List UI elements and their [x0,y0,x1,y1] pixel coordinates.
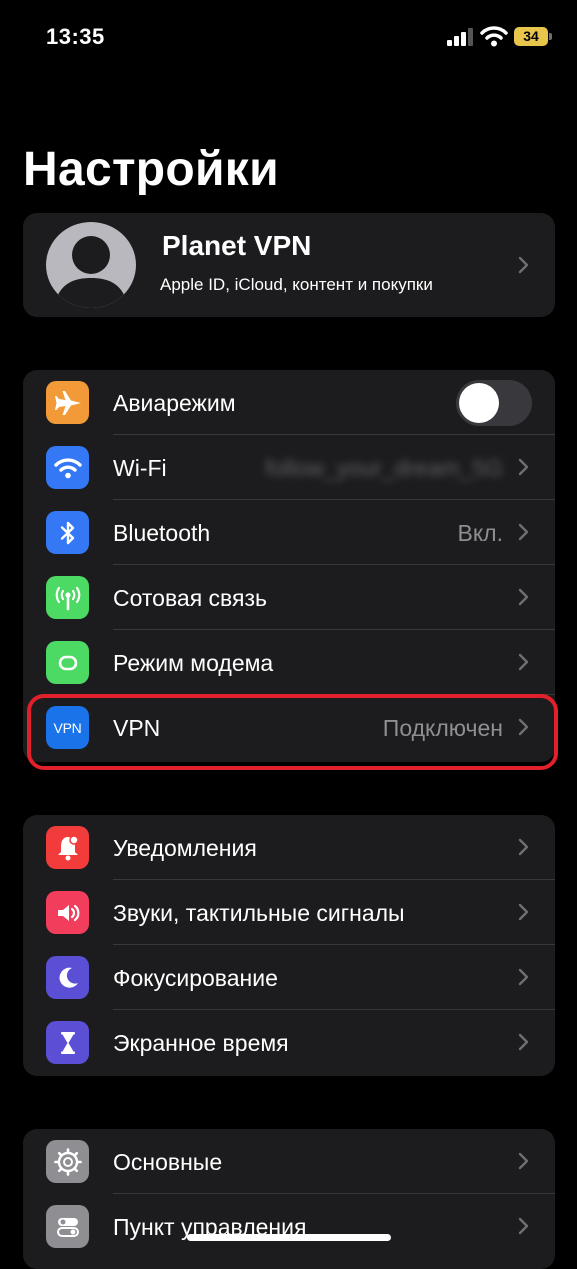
chevron-right-icon [518,588,529,606]
wifi-network-value: follow_your_dream_5G [265,455,503,481]
notifications-section: Уведомления Звуки, тактильные сигналы Фо… [23,815,555,1076]
focus-label: Фокусирование [113,965,278,991]
cellular-label: Сотовая связь [113,585,268,611]
antenna-icon [46,576,89,619]
row-control-center[interactable]: Пункт управления [23,1194,555,1259]
chevron-right-icon [518,1152,529,1170]
row-wifi[interactable]: Wi-Fi follow_your_dream_5G [23,435,555,500]
airplane-icon [46,381,89,424]
chevron-right-icon [518,1217,529,1235]
row-screen-time[interactable]: Экранное время [23,1010,555,1075]
chevron-right-icon [518,523,529,541]
row-bluetooth[interactable]: Bluetooth Вкл. [23,500,555,565]
vpn-highlight-outline [27,694,558,770]
battery-icon: 34 [514,27,548,46]
hotspot-label: Режим модема [113,650,274,676]
row-notifications[interactable]: Уведомления [23,815,555,880]
avatar [46,222,136,308]
chevron-right-icon [518,838,529,856]
chevron-right-icon [518,458,529,476]
airplane-mode-label: Авиарежим [113,390,236,416]
row-personal-hotspot[interactable]: Режим модема [23,630,555,695]
row-cellular[interactable]: Сотовая связь [23,565,555,630]
profile-subtitle: Apple ID, iCloud, контент и покупки [160,275,433,294]
row-focus[interactable]: Фокусирование [23,945,555,1010]
person-icon [54,236,128,308]
bluetooth-icon [46,511,89,554]
wifi-icon [46,446,89,489]
wifi-status-icon [480,26,508,47]
toggle-knob [459,383,499,423]
chevron-right-icon [518,968,529,986]
link-icon [46,641,89,684]
sounds-label: Звуки, тактильные сигналы [113,900,405,926]
moon-icon [46,956,89,999]
bluetooth-label: Bluetooth [113,520,211,546]
wifi-label: Wi-Fi [113,455,167,481]
apple-id-profile[interactable]: Planet VPN Apple ID, iCloud, контент и п… [23,213,555,317]
row-airplane-mode[interactable]: Авиарежим [23,370,555,435]
chevron-right-icon [518,903,529,921]
status-time: 13:35 [46,24,105,49]
airplane-mode-toggle[interactable] [456,380,532,426]
row-sounds-haptics[interactable]: Звуки, тактильные сигналы [23,880,555,945]
profile-name: Planet VPN [162,230,312,261]
bluetooth-status: Вкл. [457,520,503,546]
general-section: Основные Пункт управления [23,1129,555,1269]
chevron-right-icon [518,256,529,274]
switches-icon [46,1205,89,1248]
hourglass-icon [46,1021,89,1064]
battery-tip [549,33,552,40]
general-label: Основные [113,1149,223,1175]
bell-icon [46,826,89,869]
page-title: Настройки [23,143,279,196]
cellular-signal-icon [447,28,473,46]
status-bar: 13:35 34 [0,0,577,70]
chevron-right-icon [518,1033,529,1051]
home-indicator[interactable] [187,1234,391,1241]
speaker-icon [46,891,89,934]
notifications-label: Уведомления [113,835,257,861]
screen-time-label: Экранное время [113,1030,289,1056]
chevron-right-icon [518,653,529,671]
gear-icon [46,1140,89,1183]
row-general[interactable]: Основные [23,1129,555,1194]
